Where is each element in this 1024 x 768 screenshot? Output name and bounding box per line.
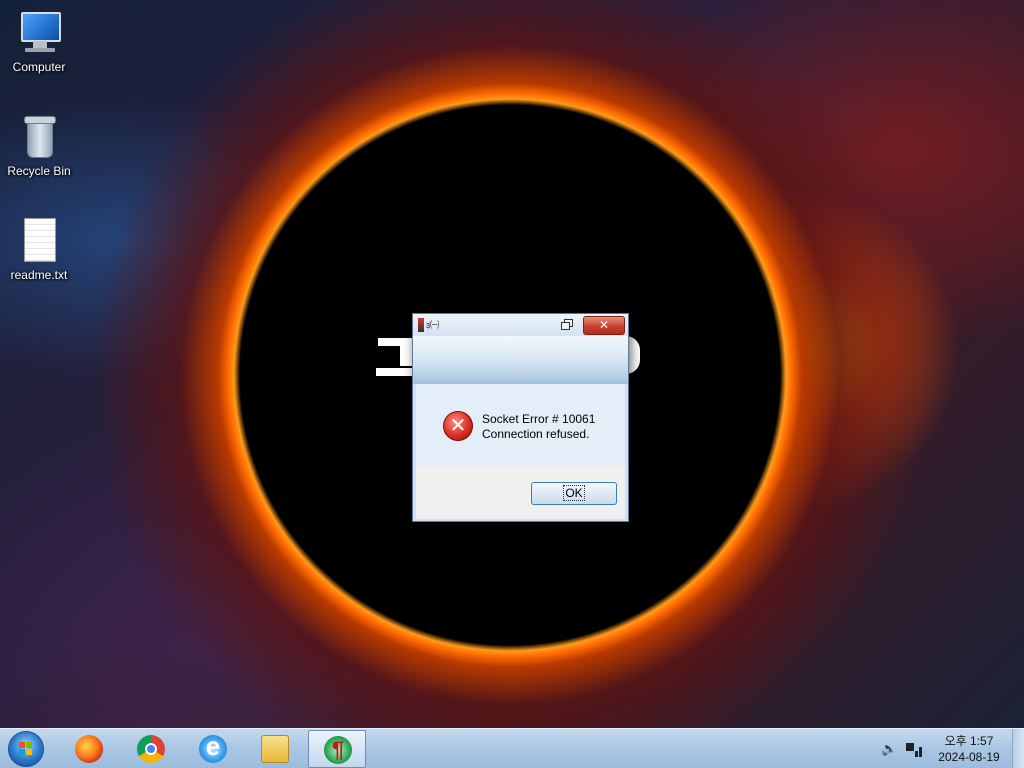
- dialog-title: ɜ̣̇㈠: [426, 320, 440, 330]
- desktop-icon-recycle-bin[interactable]: Recycle Bin: [1, 112, 77, 178]
- text-file-icon: [15, 216, 63, 264]
- dialog-titlebar[interactable]: ɜ̣̇㈠ ✕: [413, 314, 628, 336]
- clock[interactable]: 오후 1:57 2024-08-19: [930, 733, 1008, 765]
- internet-explorer-icon: [199, 731, 227, 763]
- recycle-bin-icon: [15, 112, 63, 160]
- taskbar-firefox[interactable]: [60, 730, 118, 768]
- error-message-code: Socket Error # 10061: [482, 412, 596, 426]
- firefox-icon: [75, 735, 103, 763]
- ok-button[interactable]: OK: [531, 482, 617, 505]
- show-desktop-button[interactable]: [1012, 729, 1024, 768]
- dialog-body: ✕ Socket Error # 10061 Connection refuse…: [416, 384, 625, 519]
- speaker-icon[interactable]: 🔈: [881, 742, 897, 756]
- clock-time: 오후 1:57: [944, 734, 994, 748]
- folder-icon: [261, 735, 289, 763]
- windows-logo-icon: [19, 742, 33, 756]
- error-message-text: Connection refused.: [482, 427, 590, 441]
- start-button[interactable]: [8, 731, 44, 767]
- network-icon[interactable]: [906, 741, 922, 757]
- desktop-icon-computer[interactable]: Computer: [1, 8, 77, 74]
- dialog-banner: [413, 336, 628, 384]
- clock-date: 2024-08-19: [938, 750, 1000, 764]
- ok-button-label: OK: [563, 485, 585, 501]
- close-button[interactable]: ✕: [583, 316, 625, 335]
- error-icon: ✕: [443, 411, 473, 441]
- app-title-icon: [418, 318, 424, 332]
- taskbar-running-app[interactable]: [308, 730, 366, 768]
- desktop-icon-readme[interactable]: readme.txt: [1, 216, 77, 282]
- taskbar-chrome[interactable]: [122, 730, 180, 768]
- desktop-background: Computer Recycle Bin readme.txt ɜ̣̇㈠ ✕ ✕…: [0, 0, 1024, 728]
- taskbar-internet-explorer[interactable]: [184, 730, 242, 768]
- restore-button[interactable]: [559, 317, 573, 331]
- desktop-icon-label: Recycle Bin: [7, 164, 71, 178]
- close-icon: ✕: [598, 318, 610, 332]
- app-icon: [324, 736, 352, 764]
- error-dialog: ɜ̣̇㈠ ✕ ✕ Socket Error # 10061 Connection…: [412, 313, 629, 522]
- dialog-message-area: ✕ Socket Error # 10061 Connection refuse…: [416, 384, 625, 466]
- taskbar: 🔈 오후 1:57 2024-08-19: [0, 728, 1024, 768]
- taskbar-file-explorer[interactable]: [246, 730, 304, 768]
- desktop-icon-label: readme.txt: [10, 268, 68, 282]
- desktop-icon-label: Computer: [12, 60, 66, 74]
- chrome-icon: [137, 735, 165, 763]
- computer-icon: [15, 8, 63, 56]
